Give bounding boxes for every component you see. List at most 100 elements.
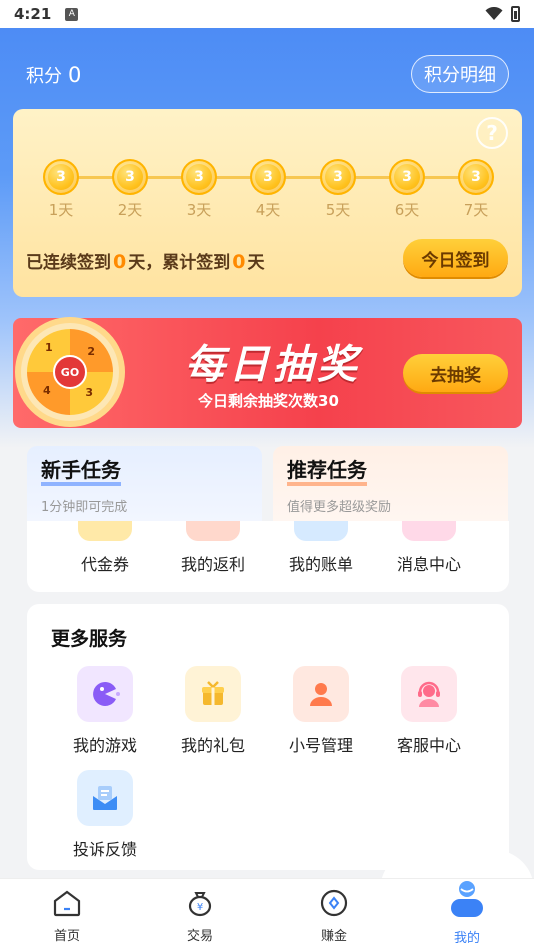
- checkin-day-1: 3 1天: [41, 159, 81, 220]
- earn-icon: [320, 889, 348, 917]
- coin-icon: 3: [181, 159, 217, 195]
- checkin-today-button[interactable]: 今日签到: [403, 239, 508, 277]
- checkin-day-6: 3 6天: [387, 159, 427, 220]
- service-sub-account-management[interactable]: 小号管理: [271, 666, 371, 756]
- points-display: 积分 0: [26, 62, 81, 88]
- menu-item-label: 我的账单: [288, 555, 353, 574]
- wifi-icon: [485, 7, 503, 20]
- checkin-day-7: 3 7天: [456, 159, 496, 220]
- newbie-tasks-subtitle: 1分钟即可完成: [41, 500, 128, 515]
- wheel-number: 4: [43, 384, 51, 397]
- day-label: 3天: [186, 201, 212, 219]
- trade-icon: ¥: [188, 892, 212, 917]
- day-label: 6天: [394, 201, 420, 219]
- bottom-navigation: 首页 ¥ 交易 赚金 我的: [0, 878, 534, 950]
- nav-label: 赚金: [320, 929, 347, 944]
- nav-home[interactable]: 首页: [27, 889, 107, 944]
- day-label: 7天: [463, 201, 489, 219]
- help-icon[interactable]: ?: [476, 117, 508, 149]
- notification-a-icon: A: [65, 7, 79, 21]
- service-label: 我的礼包: [180, 736, 245, 755]
- menu-item-bill[interactable]: 我的账单: [271, 521, 371, 575]
- lucky-wheel-icon: 1 2 3 4 GO: [15, 317, 125, 427]
- lottery-remaining-count: 今日剩余抽奖次数30: [198, 392, 339, 410]
- checkin-day-4: 3 4天: [248, 159, 288, 220]
- day-label: 1天: [48, 201, 74, 219]
- rebate-icon: [186, 521, 240, 541]
- wheel-number: 3: [85, 386, 93, 399]
- more-services-card: 更多服务 我的游戏 我的礼包 小号管理 客服中心 投诉反馈: [27, 604, 509, 870]
- recommended-tasks-subtitle: 值得更多超级奖励: [287, 500, 392, 515]
- gift-icon: [185, 666, 241, 722]
- svg-text:¥: ¥: [197, 902, 203, 913]
- service-customer-service[interactable]: 客服中心: [379, 666, 479, 756]
- menu-item-message-center[interactable]: 消息中心: [379, 521, 479, 575]
- profile-icon: [451, 881, 483, 917]
- voucher-icon: [78, 521, 132, 541]
- checkin-day-2: 3 2天: [110, 159, 150, 220]
- menu-item-label: 消息中心: [396, 555, 461, 574]
- quick-menu-card: 代金券 我的返利 我的账单 消息中心: [27, 521, 509, 592]
- coin-icon: 3: [43, 159, 79, 195]
- checkin-card: ? 3 1天 3 2天 3 3天 3 4天 3 5天 3 6天 3 7天 已连续…: [13, 109, 522, 297]
- streak-summary: 已连续签到 0 天，累计签到 0 天: [26, 248, 264, 273]
- service-label: 小号管理: [288, 736, 353, 755]
- newbie-tasks-tab[interactable]: 新手任务 1分钟即可完成: [27, 446, 262, 522]
- go-lottery-button[interactable]: 去抽奖: [403, 354, 508, 392]
- streak-days-value: 0: [113, 251, 127, 273]
- wheel-number: 2: [87, 345, 95, 358]
- menu-item-label: 代金券: [80, 555, 129, 574]
- service-complaint-feedback[interactable]: 投诉反馈: [55, 770, 155, 860]
- message-icon: [402, 521, 456, 541]
- streak-mid: 天，累计签到: [128, 253, 231, 273]
- service-label: 我的游戏: [72, 736, 137, 755]
- coin-icon: 3: [112, 159, 148, 195]
- streak-prefix: 已连续签到: [26, 253, 111, 273]
- feedback-icon: [77, 770, 133, 826]
- nav-profile[interactable]: 我的: [427, 879, 507, 946]
- lottery-title: 每日抽奖: [185, 342, 361, 388]
- battery-icon: [511, 6, 520, 22]
- checkin-days-row: 3 1天 3 2天 3 3天 3 4天 3 5天 3 6天 3 7天: [41, 159, 511, 229]
- bill-icon: [294, 521, 348, 541]
- nav-label: 交易: [186, 929, 213, 944]
- points-detail-button[interactable]: 积分明细: [411, 55, 509, 93]
- nav-trade[interactable]: ¥ 交易: [160, 889, 240, 944]
- menu-item-label: 我的返利: [180, 555, 245, 574]
- coin-icon: 3: [458, 159, 494, 195]
- newbie-tasks-title: 新手任务: [41, 458, 121, 486]
- service-label: 客服中心: [396, 736, 461, 755]
- home-icon: [53, 890, 81, 917]
- day-label: 5天: [325, 201, 351, 219]
- wheel-number: 1: [45, 341, 53, 354]
- menu-item-voucher[interactable]: 代金券: [55, 521, 155, 575]
- nav-earn[interactable]: 赚金: [294, 889, 374, 944]
- day-label: 4天: [255, 201, 281, 219]
- customer-service-icon: [401, 666, 457, 722]
- checkin-day-5: 3 5天: [318, 159, 358, 220]
- streak-suffix: 天: [247, 253, 265, 273]
- coin-icon: 3: [250, 159, 286, 195]
- coin-icon: 3: [320, 159, 356, 195]
- service-my-games[interactable]: 我的游戏: [55, 666, 155, 756]
- service-my-gifts[interactable]: 我的礼包: [163, 666, 263, 756]
- total-days-value: 0: [232, 251, 246, 273]
- checkin-day-3: 3 3天: [179, 159, 219, 220]
- coin-icon: 3: [389, 159, 425, 195]
- day-label: 2天: [117, 201, 143, 219]
- menu-item-rebate[interactable]: 我的返利: [163, 521, 263, 575]
- recommended-tasks-tab[interactable]: 推荐任务 值得更多超级奖励: [273, 446, 508, 522]
- lottery-banner[interactable]: 1 2 3 4 GO 每日抽奖 今日剩余抽奖次数30 去抽奖: [13, 317, 522, 428]
- wheel-go-button[interactable]: GO: [53, 355, 87, 389]
- services-title: 更多服务: [51, 628, 128, 650]
- game-icon: [77, 666, 133, 722]
- points-value: 0: [68, 63, 82, 87]
- points-label: 积分: [26, 66, 62, 87]
- recommended-tasks-title: 推荐任务: [287, 458, 367, 486]
- nav-label: 我的: [453, 931, 480, 946]
- nav-label: 首页: [53, 929, 80, 944]
- status-bar: 4:21 A: [0, 0, 534, 28]
- status-time: 4:21: [14, 5, 52, 23]
- account-icon: [293, 666, 349, 722]
- wheel-face: 1 2 3 4 GO: [27, 329, 113, 415]
